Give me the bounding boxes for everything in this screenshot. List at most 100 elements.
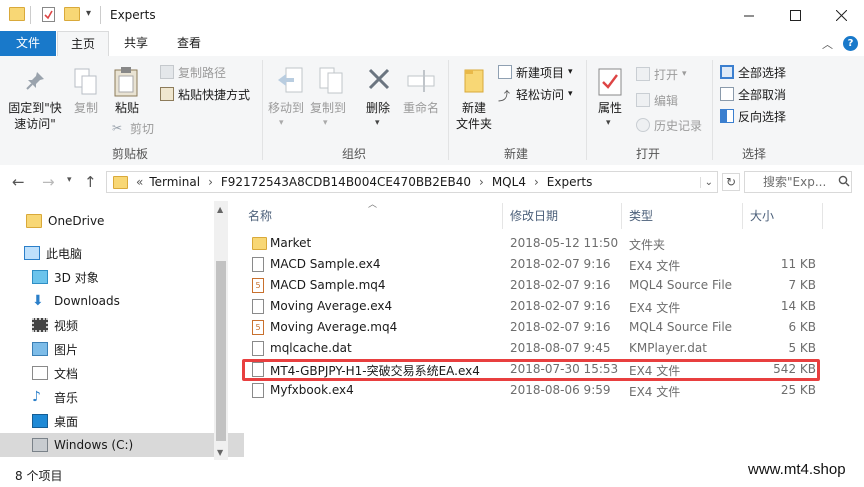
copy-path-button[interactable]: 复制路径 <box>160 62 226 82</box>
file-row[interactable]: 5 MACD Sample.mq4 2018-02-07 9:16 MQL4 S… <box>230 275 820 296</box>
maximize-button[interactable] <box>772 0 818 31</box>
tab-view[interactable]: 查看 <box>164 31 214 56</box>
file-type: 文件夹 <box>629 238 666 252</box>
copy-button[interactable]: 复制 <box>70 100 102 116</box>
file-row[interactable]: mqlcache.dat 2018-08-07 9:45 KMPlayer.da… <box>230 338 820 359</box>
nav-item-pictures[interactable]: 图片 <box>0 337 244 361</box>
column-divider[interactable] <box>742 203 743 229</box>
close-button[interactable] <box>818 0 864 31</box>
search-icon <box>838 175 850 190</box>
scroll-up-icon[interactable]: ▲ <box>217 205 223 214</box>
nav-item-label: 桌面 <box>54 414 79 429</box>
forward-button[interactable]: → <box>42 173 55 191</box>
column-divider[interactable] <box>502 203 503 229</box>
chevron-right-icon[interactable]: › <box>534 175 539 189</box>
new-item-button[interactable]: 新建项目 ▾ <box>498 62 573 82</box>
easy-access-button[interactable]: ⤴ 轻松访问 ▾ <box>498 84 573 104</box>
column-date[interactable]: 修改日期 <box>510 207 558 224</box>
sort-up-icon: ︿ <box>368 200 378 210</box>
new-item-icon <box>498 65 512 79</box>
back-button[interactable]: ← <box>12 173 25 191</box>
overflow-crumbs[interactable]: « <box>136 175 143 189</box>
new-folder-button[interactable]: 新建 文件夹 <box>450 100 498 132</box>
ribbon: 固定到"快 速访问" 复制 粘贴 复制路径 粘贴快捷方式 ✂ 剪切 剪贴板 移动… <box>0 56 864 166</box>
title-bar: ▾ Experts <box>0 0 864 31</box>
properties-button[interactable]: 属性 <box>592 100 628 116</box>
nav-item-music[interactable]: ♪ 音乐 <box>0 385 244 409</box>
nav-item-onedrive[interactable]: OneDrive <box>0 209 238 233</box>
address-dropdown-icon[interactable]: ⌄ <box>699 176 713 188</box>
scroll-down-icon[interactable]: ▼ <box>217 448 223 457</box>
paste-shortcut-button[interactable]: 粘贴快捷方式 <box>160 84 250 104</box>
file-name: MACD Sample.ex4 <box>270 257 381 271</box>
refresh-button[interactable]: ↻ <box>722 173 740 191</box>
file-date: 2018-02-07 9:16 <box>510 257 611 271</box>
tab-share[interactable]: 共享 <box>112 31 160 56</box>
file-row-market[interactable]: Market 2018-05-12 11:50 文件夹 <box>230 233 820 254</box>
new-folder-label-line2: 文件夹 <box>455 117 492 131</box>
nav-item-downloads[interactable]: ⬇ Downloads <box>0 289 244 313</box>
customize-toolbar-icon[interactable]: ▾ <box>86 8 91 19</box>
delete-button[interactable]: 删除 <box>360 100 396 116</box>
invert-selection-button[interactable]: 反向选择 <box>720 106 786 126</box>
pin-quick-access-button[interactable]: 固定到"快 速访问" <box>4 100 66 132</box>
nav-item-documents[interactable]: 文档 <box>0 361 244 385</box>
open-button[interactable]: 打开 ▾ <box>636 64 687 84</box>
breadcrumb-id[interactable]: F92172543A8CDB14B004CE470BB2EB40 <box>221 175 471 189</box>
file-name: Moving Average.mq4 <box>270 320 398 334</box>
chevron-right-icon[interactable]: › <box>208 175 213 189</box>
tab-file[interactable]: 文件 <box>0 31 56 56</box>
nav-item-this-pc[interactable]: 此电脑 <box>0 241 236 265</box>
history-button[interactable]: 历史记录 <box>636 115 702 135</box>
select-all-icon <box>720 65 734 79</box>
rename-button[interactable]: 重命名 <box>398 100 444 116</box>
up-button[interactable]: ↑ <box>84 173 97 191</box>
address-bar[interactable]: « Terminal › F92172543A8CDB14B004CE470BB… <box>106 171 718 193</box>
column-divider[interactable] <box>621 203 622 229</box>
file-row[interactable]: MACD Sample.ex4 2018-02-07 9:16 EX4 文件 1… <box>230 254 820 275</box>
group-divider <box>262 60 263 160</box>
minimize-button[interactable] <box>726 0 772 31</box>
cut-label: 剪切 <box>130 121 155 136</box>
breadcrumb-mql4[interactable]: MQL4 <box>492 175 526 189</box>
search-input[interactable]: 搜索"Exp... <box>744 171 852 193</box>
column-type[interactable]: 类型 <box>629 207 653 224</box>
cut-button[interactable]: ✂ 剪切 <box>112 118 154 138</box>
new-folder-icon[interactable] <box>64 7 80 21</box>
breadcrumb-terminal[interactable]: Terminal <box>149 175 200 189</box>
organize-group-label: 组织 <box>341 147 366 161</box>
file-row[interactable]: 5 Moving Average.mq4 2018-02-07 9:16 MQL… <box>230 317 820 338</box>
move-to-button[interactable]: 移动到 <box>264 100 308 116</box>
nav-item-label: 此电脑 <box>46 246 83 261</box>
nav-item-3d-objects[interactable]: 3D 对象 <box>0 265 244 289</box>
scrollbar-thumb[interactable] <box>216 261 226 441</box>
nav-pane-scrollbar[interactable]: ▲ ▼ <box>214 201 228 460</box>
column-name[interactable]: 名称 <box>248 207 272 224</box>
nav-item-desktop[interactable]: 桌面 <box>0 409 244 433</box>
properties-check-icon[interactable] <box>42 7 55 22</box>
file-name: Myfxbook.ex4 <box>270 383 354 397</box>
help-icon[interactable]: ? <box>843 36 858 51</box>
new-group-label: 新建 <box>503 147 528 161</box>
paste-button[interactable]: 粘贴 <box>110 100 144 116</box>
mq4-source-icon: 5 <box>252 278 264 293</box>
column-divider[interactable] <box>822 203 823 229</box>
file-type: EX4 文件 <box>629 301 681 315</box>
nav-item-videos[interactable]: 视频 <box>0 313 244 337</box>
chevron-right-icon[interactable]: › <box>479 175 484 189</box>
highlight-box <box>242 359 820 381</box>
collapse-ribbon-icon[interactable]: ︿ <box>822 36 833 52</box>
recent-locations-icon[interactable]: ▾ <box>67 175 72 185</box>
file-row[interactable]: Myfxbook.ex4 2018-08-06 9:59 EX4 文件 25 K… <box>230 380 820 401</box>
select-all-button[interactable]: 全部选择 <box>720 62 786 82</box>
column-size[interactable]: 大小 <box>750 207 774 224</box>
tab-home[interactable]: 主页 <box>57 31 109 56</box>
document-icon <box>252 299 264 314</box>
file-row[interactable]: Moving Average.ex4 2018-02-07 9:16 EX4 文… <box>230 296 820 317</box>
breadcrumb-experts[interactable]: Experts <box>547 175 593 189</box>
copy-to-button[interactable]: 复制到 <box>306 100 350 116</box>
edit-button[interactable]: 编辑 <box>636 90 678 110</box>
nav-item-windows-c[interactable]: Windows (C:) <box>0 433 244 457</box>
select-none-button[interactable]: 全部取消 <box>720 84 786 104</box>
open-label: 打开 <box>654 67 679 82</box>
